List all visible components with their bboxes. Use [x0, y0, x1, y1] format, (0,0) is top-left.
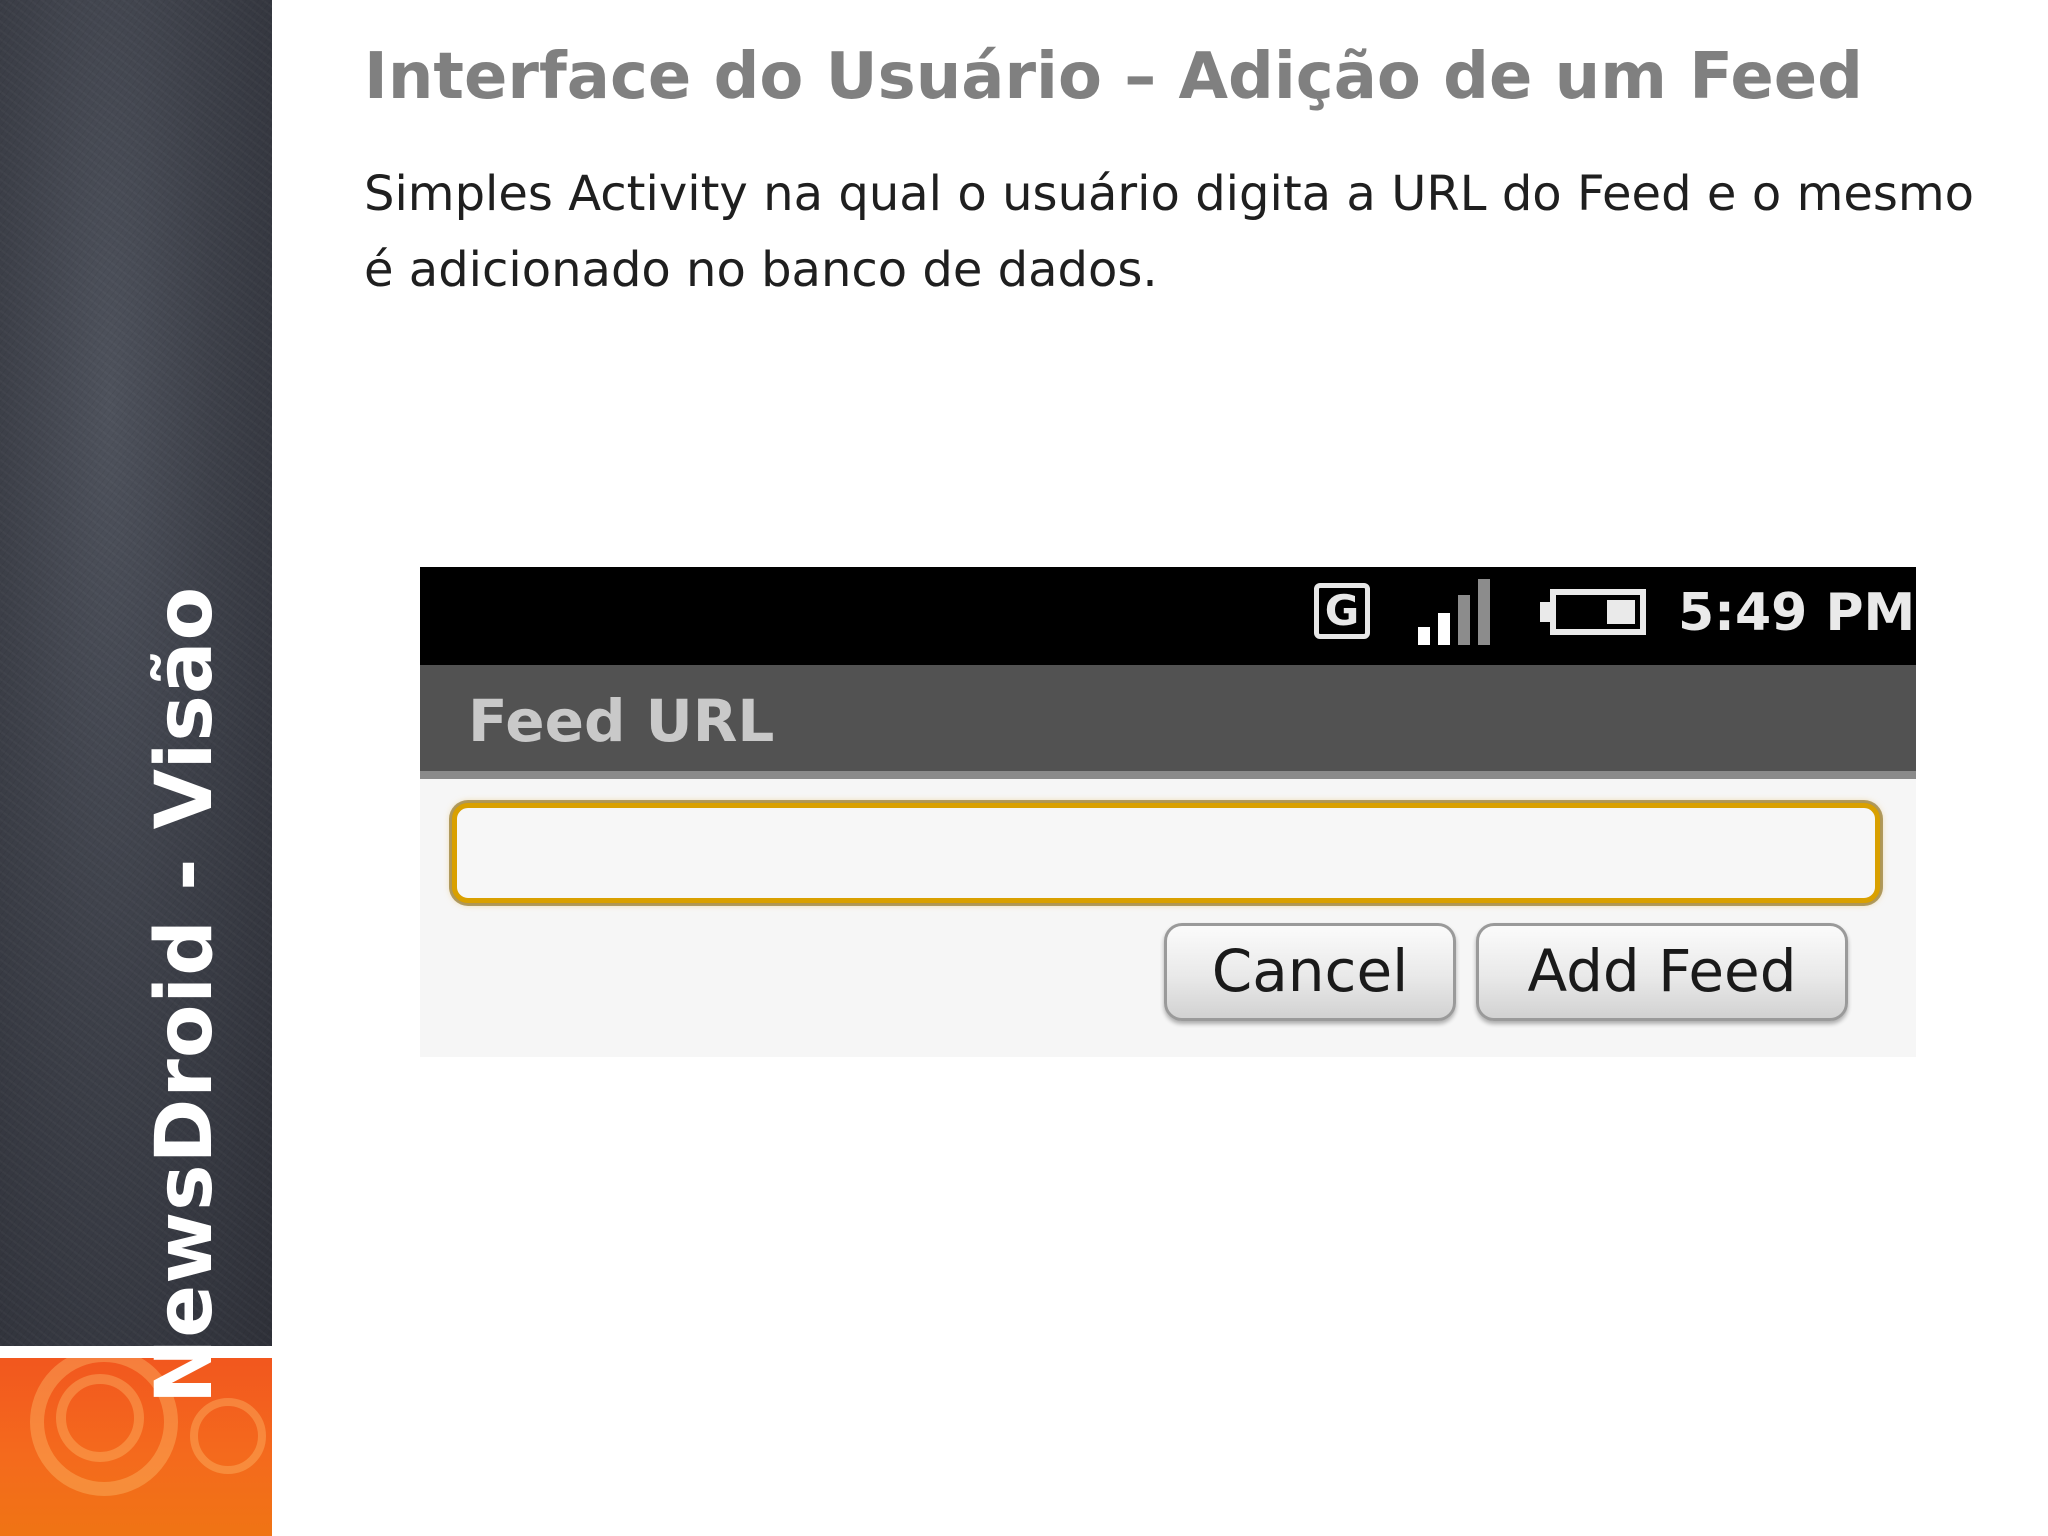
section-title-vertical: NewsDroid - Visão: [140, 585, 230, 1405]
sidebar-divider: [0, 1346, 272, 1358]
status-bar: G 5:49 PM: [420, 567, 1916, 665]
signal-bars-icon: [1418, 577, 1504, 645]
slide: NewsDroid - Visão Interface do Usuário –…: [0, 0, 2048, 1536]
body-text: Simples Activity na qual o usuário digit…: [364, 166, 1974, 298]
cancel-button[interactable]: Cancel: [1164, 923, 1456, 1021]
g-network-icon: G: [1314, 583, 1370, 639]
page-title: Interface do Usuário – Adição de um Feed: [364, 40, 1863, 114]
dialog-title: Feed URL: [468, 687, 775, 755]
status-time: 5:49 PM: [1678, 583, 1916, 643]
sidebar-orange-decoration: [0, 1358, 272, 1536]
dialog-title-bar: Feed URL: [420, 665, 1916, 779]
phone-screenshot: G 5:49 PM Feed URL Cancel Add Feed: [420, 567, 1916, 1057]
feed-url-input[interactable]: [452, 803, 1880, 903]
sidebar: [0, 0, 272, 1346]
battery-icon: [1540, 589, 1650, 635]
add-feed-button[interactable]: Add Feed: [1476, 923, 1848, 1021]
